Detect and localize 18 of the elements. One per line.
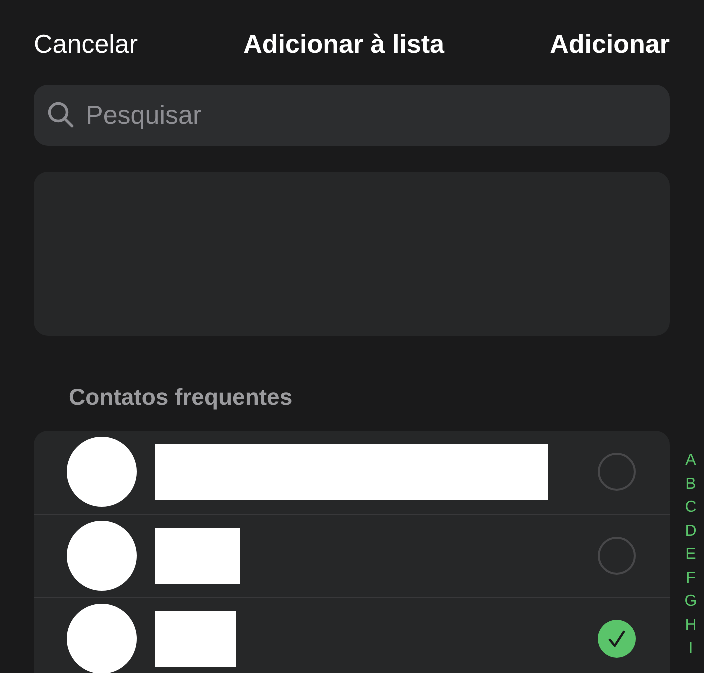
sheet-title: Adicionar à lista [244, 28, 444, 60]
index-letter[interactable]: A [686, 449, 696, 472]
index-letter[interactable]: D [685, 520, 697, 543]
cancel-button[interactable]: Cancelar [34, 24, 138, 64]
index-letter[interactable]: I [688, 637, 694, 660]
search-field[interactable]: Pesquisar [34, 85, 670, 146]
index-letter[interactable]: C [685, 496, 697, 520]
selected-checkmark[interactable] [598, 620, 636, 658]
index-letter[interactable]: B [686, 472, 696, 496]
check-icon [607, 628, 627, 648]
index-letter[interactable]: G [684, 590, 698, 614]
index-letter[interactable]: H [685, 614, 697, 637]
section-header: Contatos frequentes [69, 383, 294, 412]
index-letter[interactable]: F [686, 566, 696, 590]
index-letter[interactable]: E [686, 543, 696, 566]
add-button[interactable]: Adicionar [550, 24, 670, 64]
search-icon [46, 100, 76, 130]
contact-row[interactable] [34, 596, 670, 673]
